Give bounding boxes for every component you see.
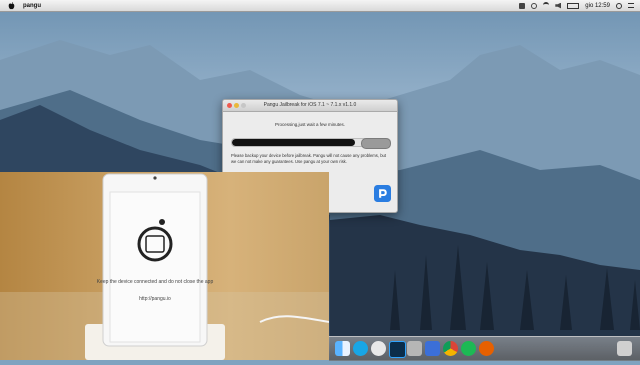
skype-icon[interactable] [353, 341, 368, 356]
clock[interactable]: gio 12:59 [585, 3, 610, 9]
close-button[interactable] [227, 103, 232, 108]
phone-url: http://pangu.io [139, 296, 171, 302]
photoshop-icon[interactable] [389, 341, 406, 358]
downloads-icon[interactable] [425, 341, 440, 356]
firefox-icon[interactable] [479, 341, 494, 356]
spotify-icon[interactable] [461, 341, 476, 356]
itunes-icon[interactable] [371, 341, 386, 356]
list-icon[interactable] [628, 3, 634, 8]
pangu-logo-icon [374, 185, 391, 202]
chrome-icon[interactable] [443, 341, 458, 356]
dock [329, 336, 640, 361]
search-icon[interactable] [616, 2, 622, 9]
window-title: Pangu Jailbreak for iOS 7.1 ~ 7.1.x v1.1… [263, 102, 357, 108]
device-photo: Keep the device connected and do not clo… [0, 172, 329, 360]
status-icons[interactable] [531, 2, 538, 9]
app-menu-name[interactable]: pangu [23, 3, 41, 9]
wifi-icon[interactable] [543, 1, 550, 10]
volume-icon[interactable] [555, 2, 562, 9]
jailbreak-button[interactable] [361, 138, 391, 149]
disclaimer-text: Please backup your device before jailbre… [231, 153, 387, 164]
status-text: Processing,just wait a few minutes. [274, 122, 346, 127]
zoom-button[interactable] [241, 103, 246, 108]
minimize-button[interactable] [234, 103, 239, 108]
safari-icon[interactable] [407, 341, 422, 356]
apple-icon[interactable] [8, 1, 15, 10]
battery-icon[interactable] [567, 2, 580, 9]
finder-icon[interactable] [335, 341, 350, 356]
phone-message: Keep the device connected and do not clo… [97, 279, 214, 285]
menu-bar: pangu gio 12:59 [0, 0, 640, 12]
progress-fill [232, 139, 356, 146]
window-titlebar[interactable]: Pangu Jailbreak for iOS 7.1 ~ 7.1.x v1.1… [223, 100, 397, 112]
notification-icon[interactable] [519, 2, 526, 9]
ipod-photo-illustration: Keep the device connected and do not clo… [0, 173, 329, 360]
bin-icon[interactable] [617, 341, 632, 356]
status-area: gio 12:59 [519, 1, 634, 10]
